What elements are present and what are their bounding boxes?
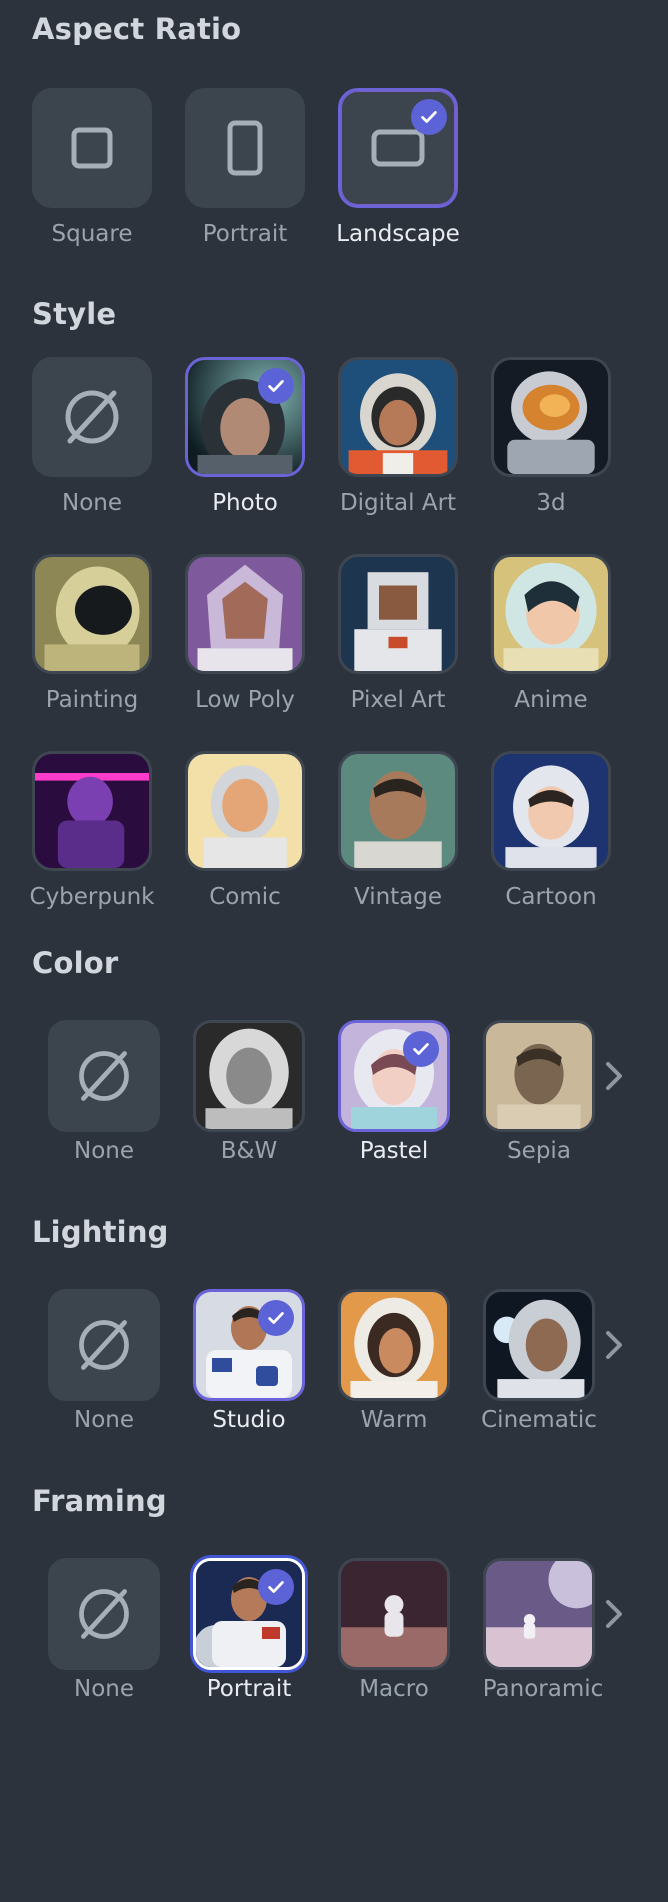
framing-none-label: None — [73, 1676, 134, 1702]
bw-astronaut-thumbnail — [196, 1023, 302, 1129]
lighting-none-label: None — [73, 1407, 134, 1433]
lighting-warm-label: Warm — [360, 1407, 428, 1433]
color-none-label: None — [73, 1138, 134, 1164]
style-cyberpunk-label: Cyberpunk — [29, 884, 155, 910]
style-low-poly-option[interactable] — [185, 554, 305, 674]
style-pixel-art-option[interactable] — [338, 554, 458, 674]
style-vintage-option[interactable] — [338, 751, 458, 871]
framing-macro-option[interactable] — [338, 1558, 450, 1670]
none-icon — [65, 390, 119, 444]
style-comic-option[interactable] — [185, 751, 305, 871]
3d-astronaut-thumbnail — [494, 360, 608, 474]
macro-astronaut-thumbnail — [341, 1561, 447, 1667]
lighting-none-option[interactable] — [48, 1289, 160, 1401]
style-painting-label: Painting — [45, 687, 139, 713]
style-anime-label: Anime — [514, 687, 588, 713]
check-icon — [258, 1569, 294, 1605]
low-poly-astronaut-thumbnail — [188, 557, 302, 671]
check-icon — [403, 1031, 439, 1067]
lighting-cinematic-option[interactable] — [483, 1289, 595, 1401]
vintage-astronaut-thumbnail — [341, 754, 455, 868]
style-3d-option[interactable] — [491, 357, 611, 477]
chevron-right-icon[interactable] — [600, 1056, 628, 1096]
aspect-square-label: Square — [51, 221, 133, 247]
lighting-studio-option[interactable] — [193, 1289, 305, 1401]
style-painting-option[interactable] — [32, 554, 152, 674]
chevron-right-icon[interactable] — [600, 1325, 628, 1365]
framing-portrait-option[interactable] — [193, 1558, 305, 1670]
check-icon — [411, 99, 447, 135]
color-bw-label: B&W — [220, 1138, 278, 1164]
style-none-option[interactable] — [32, 357, 152, 477]
style-comic-label: Comic — [209, 884, 281, 910]
color-title: Color — [32, 946, 119, 980]
pixel-art-astronaut-thumbnail — [341, 557, 455, 671]
lighting-studio-label: Studio — [212, 1407, 286, 1433]
lighting-warm-option[interactable] — [338, 1289, 450, 1401]
aspect-portrait-label: Portrait — [202, 221, 288, 247]
painting-astronaut-thumbnail — [35, 557, 149, 671]
aspect-landscape-option[interactable] — [338, 88, 458, 208]
aspect-portrait-option[interactable] — [185, 88, 305, 208]
style-low-poly-label: Low Poly — [195, 687, 295, 713]
style-pixel-art-label: Pixel Art — [350, 687, 446, 713]
framing-portrait-label: Portrait — [206, 1676, 292, 1702]
square-icon — [71, 127, 113, 169]
framing-title: Framing — [32, 1484, 167, 1518]
style-anime-option[interactable] — [491, 554, 611, 674]
style-vintage-label: Vintage — [353, 884, 443, 910]
style-cyberpunk-option[interactable] — [32, 751, 152, 871]
cyberpunk-astronaut-thumbnail — [35, 754, 149, 868]
color-bw-option[interactable] — [193, 1020, 305, 1132]
framing-macro-label: Macro — [359, 1676, 429, 1702]
framing-panoramic-label: Panoramic — [482, 1676, 604, 1702]
cartoon-astronaut-thumbnail — [494, 754, 608, 868]
none-icon — [79, 1051, 129, 1101]
style-photo-option[interactable] — [185, 357, 305, 477]
framing-none-option[interactable] — [48, 1558, 160, 1670]
style-none-label: None — [61, 490, 122, 516]
color-sepia-label: Sepia — [507, 1138, 571, 1164]
aspect-landscape-label: Landscape — [336, 221, 460, 247]
aspect-ratio-title: Aspect Ratio — [32, 12, 242, 46]
color-pastel-label: Pastel — [359, 1138, 429, 1164]
lighting-title: Lighting — [32, 1215, 169, 1249]
comic-astronaut-thumbnail — [188, 754, 302, 868]
none-icon — [79, 1589, 129, 1639]
portrait-icon — [227, 120, 263, 176]
color-sepia-option[interactable] — [483, 1020, 595, 1132]
style-photo-label: Photo — [212, 490, 278, 516]
digital-art-astronaut-thumbnail — [341, 360, 455, 474]
style-cartoon-option[interactable] — [491, 751, 611, 871]
check-icon — [258, 368, 294, 404]
panoramic-astronaut-thumbnail — [486, 1561, 592, 1667]
lighting-cinematic-label: Cinematic — [481, 1407, 597, 1433]
anime-astronaut-thumbnail — [494, 557, 608, 671]
chevron-right-icon[interactable] — [600, 1594, 628, 1634]
framing-panoramic-option[interactable] — [483, 1558, 595, 1670]
style-cartoon-label: Cartoon — [505, 884, 597, 910]
style-title: Style — [32, 297, 117, 331]
style-3d-label: 3d — [536, 490, 566, 516]
color-none-option[interactable] — [48, 1020, 160, 1132]
aspect-square-option[interactable] — [32, 88, 152, 208]
check-icon — [258, 1300, 294, 1336]
sepia-astronaut-thumbnail — [486, 1023, 592, 1129]
warm-astronaut-thumbnail — [341, 1292, 447, 1398]
cinematic-astronaut-thumbnail — [486, 1292, 592, 1398]
none-icon — [79, 1320, 129, 1370]
color-pastel-option[interactable] — [338, 1020, 450, 1132]
style-digital-art-label: Digital Art — [339, 490, 457, 516]
style-digital-art-option[interactable] — [338, 357, 458, 477]
